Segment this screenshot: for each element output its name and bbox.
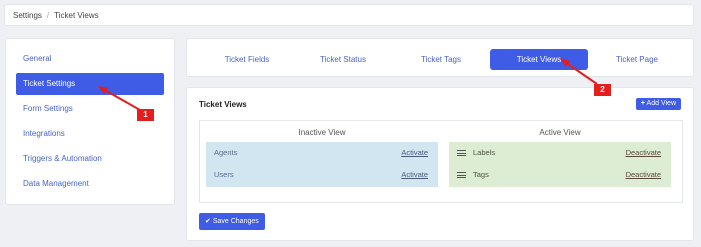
tab-ticket-tags[interactable]: Ticket Tags <box>401 49 481 70</box>
ticket-tabs: Ticket Fields Ticket Status Ticket Tags … <box>186 38 694 77</box>
sidebar-item-triggers-automation[interactable]: Triggers & Automation <box>16 148 164 170</box>
settings-sidebar: General Ticket Settings Form Settings In… <box>5 38 175 205</box>
tab-ticket-status[interactable]: Ticket Status <box>303 49 383 70</box>
add-view-label: Add View <box>646 100 676 107</box>
plus-icon: + <box>640 100 645 107</box>
check-icon: ✔ <box>205 218 211 225</box>
view-name: Labels <box>473 148 496 157</box>
inactive-view-header: Inactive View <box>298 128 346 137</box>
breadcrumb-current: Ticket Views <box>54 10 99 20</box>
tab-ticket-fields[interactable]: Ticket Fields <box>207 49 287 70</box>
sidebar-item-integrations[interactable]: Integrations <box>16 123 164 145</box>
deactivate-link[interactable]: Deactivate <box>626 142 661 164</box>
save-changes-button[interactable]: ✔ Save Changes <box>199 213 265 230</box>
panel-title: Ticket Views <box>199 100 247 109</box>
activate-link[interactable]: Activate <box>401 142 428 164</box>
annotation-badge-2: 2 <box>594 84 611 96</box>
ticket-views-panel: Ticket Views + Add View Inactive View Ac… <box>186 87 694 241</box>
view-name: Users <box>214 170 234 179</box>
list-item[interactable]: Labels Deactivate <box>449 142 671 164</box>
sidebar-item-general[interactable]: General <box>16 48 164 70</box>
views-container: Inactive View Active View Agents Activat… <box>199 120 683 203</box>
drag-handle-icon[interactable] <box>457 172 466 179</box>
active-view-list: Labels Deactivate Tags Deactivate <box>449 142 671 187</box>
add-view-button[interactable]: + Add View <box>635 98 681 110</box>
list-item[interactable]: Tags Deactivate <box>449 164 671 186</box>
sidebar-item-data-management[interactable]: Data Management <box>16 173 164 195</box>
view-name: Agents <box>214 148 238 157</box>
breadcrumb-root[interactable]: Settings <box>13 11 42 20</box>
drag-handle-icon[interactable] <box>457 150 466 157</box>
save-changes-label: Save Changes <box>212 218 259 225</box>
inactive-view-list: Agents Activate Users Activate <box>206 142 438 187</box>
view-name: Tags <box>473 170 489 179</box>
deactivate-link[interactable]: Deactivate <box>626 164 661 186</box>
list-item: Users Activate <box>206 164 438 186</box>
breadcrumb: Settings / Ticket Views <box>4 4 694 26</box>
sidebar-item-ticket-settings[interactable]: Ticket Settings <box>16 73 164 95</box>
tab-ticket-views[interactable]: Ticket Views <box>490 49 588 70</box>
active-view-header: Active View <box>539 128 581 137</box>
activate-link[interactable]: Activate <box>401 164 428 186</box>
annotation-badge-1: 1 <box>137 109 154 121</box>
breadcrumb-separator: / <box>46 10 50 20</box>
tab-ticket-page[interactable]: Ticket Page <box>597 49 677 70</box>
list-item: Agents Activate <box>206 142 438 164</box>
